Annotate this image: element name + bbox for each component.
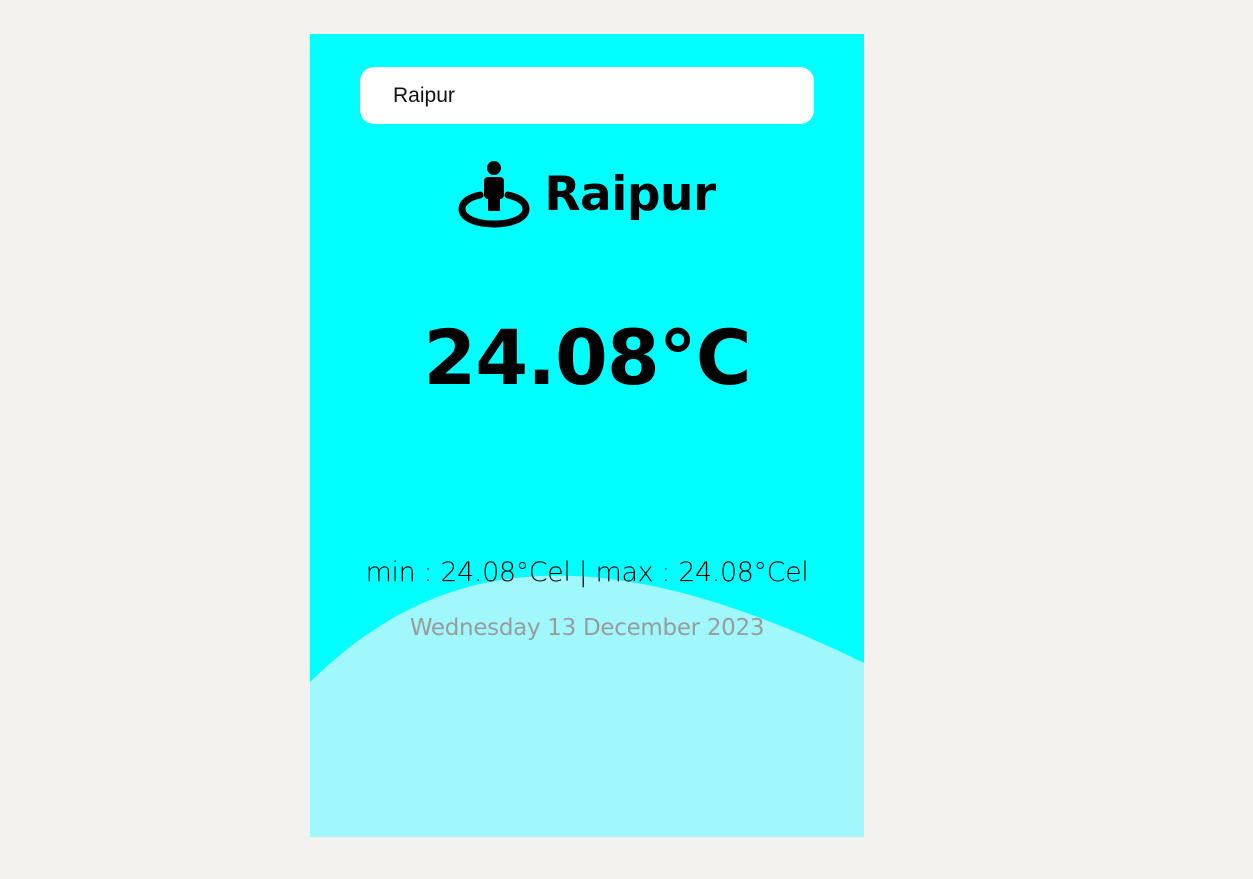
temperature: 24.08°C <box>423 313 751 402</box>
current-date: Wednesday 13 December 2023 <box>409 615 765 641</box>
person-pin-icon <box>458 161 530 228</box>
search-input[interactable] <box>360 67 814 124</box>
city-name: Raipur <box>544 166 716 222</box>
min-max-temperature: min : 24.08°Cel | max : 24.08°Cel <box>365 557 809 588</box>
location-header: Raipur <box>310 154 864 234</box>
weather-card: Raipur 24.08°C min : 24.08°Cel | max : 2… <box>310 34 864 837</box>
